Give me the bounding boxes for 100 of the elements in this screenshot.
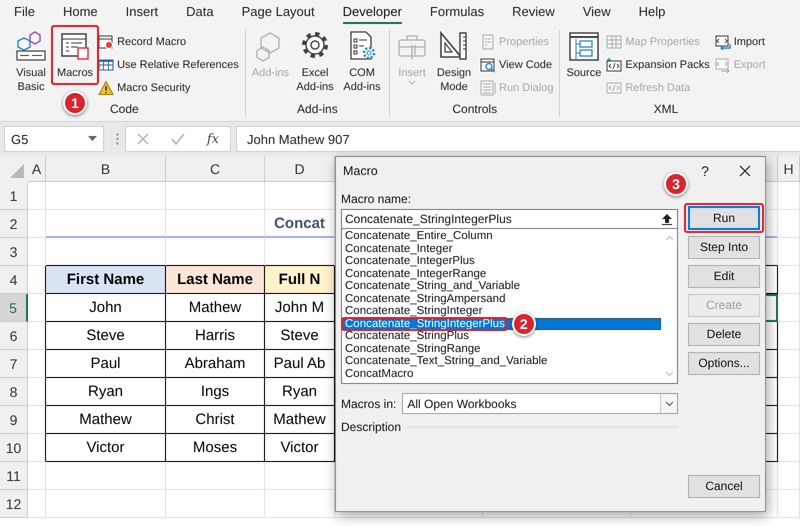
macro-name-field[interactable]: Concatenate_StringIntegerPlus — [341, 209, 678, 229]
grid-icon — [606, 34, 622, 50]
cell-reference: G5 — [11, 132, 28, 146]
ribbon-button[interactable]: Source — [565, 30, 602, 80]
dialog-button[interactable]: Edit — [688, 265, 760, 288]
ribbon-button[interactable]: View Code — [479, 53, 554, 76]
ribbon-tab[interactable]: View — [582, 0, 611, 24]
ribbon-tab[interactable]: Insert — [126, 0, 158, 24]
code-box-icon — [606, 56, 622, 72]
field-label: Macro name: — [341, 191, 412, 207]
group-label: Add-ins — [297, 101, 338, 117]
ribbon-button[interactable]: Record Macro — [97, 30, 240, 53]
list-item[interactable]: Concatenate_IntegerPlus — [342, 255, 661, 268]
field-label: Macros in: — [341, 396, 396, 410]
row-header[interactable]: 6 — [0, 322, 28, 350]
sheet-cell[interactable] — [28, 406, 46, 434]
ribbon-button[interactable]: COM Add-ins — [340, 30, 384, 94]
formula-field[interactable]: John Mathew 907 — [236, 126, 800, 152]
check-icon[interactable] — [170, 133, 185, 145]
dialog-button[interactable]: Run — [688, 206, 760, 230]
ribbon-tab[interactable]: Help — [638, 0, 666, 24]
table-header-cell: First Name — [46, 266, 166, 294]
list-item[interactable]: Concatenate_Integer — [342, 242, 661, 255]
ribbon-button[interactable]: Macros — [56, 30, 94, 80]
row-header[interactable]: 4 — [0, 266, 28, 294]
ribbon-tab[interactable]: Data — [186, 0, 214, 24]
ribbon-button[interactable]: Excel Add-ins — [293, 30, 338, 94]
table-cell: John — [46, 294, 166, 322]
ribbon-tab[interactable]: Review — [512, 0, 555, 24]
list-item[interactable]: ConcatMacro — [342, 368, 661, 380]
list-item[interactable]: Concatenate_StringRange — [342, 342, 661, 355]
group-label: XML — [654, 101, 678, 117]
sheet-cell[interactable] — [28, 350, 46, 378]
dialog-button[interactable]: Step Into — [688, 236, 760, 259]
column-header[interactable]: A — [28, 156, 46, 182]
column-header[interactable]: C — [166, 156, 265, 182]
row-header[interactable]: 7 — [0, 350, 28, 378]
macros-in-dropdown[interactable]: All Open Workbooks — [402, 393, 678, 414]
ribbon-tab[interactable]: Home — [62, 0, 98, 24]
insert-function-button[interactable]: fx — [206, 132, 219, 146]
table-header-cell: Last Name — [166, 266, 265, 294]
name-box[interactable]: G5 — [4, 126, 104, 152]
dots-icon — [116, 133, 119, 145]
sheet-cell[interactable] — [28, 322, 46, 350]
warning-icon — [98, 80, 114, 96]
sheet-cell[interactable] — [28, 434, 46, 462]
row-header[interactable]: 5 — [0, 294, 28, 322]
dialog-button[interactable]: Options... — [688, 352, 760, 375]
table-cell: Mathew — [46, 406, 166, 434]
list-item[interactable]: Concatenate_String_and_Variable — [342, 280, 661, 292]
row-header[interactable]: 1 — [0, 182, 28, 210]
list-item[interactable]: Concatenate_IntegerRange — [342, 268, 661, 280]
caret-icon — [408, 80, 416, 86]
dialog-title: Macro — [343, 164, 379, 178]
list-item[interactable]: Concatenate_StringAmpersand — [342, 292, 661, 305]
group-label: Code — [110, 101, 139, 117]
ribbon-button[interactable]: Expansion Packs — [605, 53, 711, 76]
row-header[interactable]: 9 — [0, 406, 28, 434]
table-cell: Harris — [166, 322, 265, 350]
ribbon-button[interactable]: Design Mode — [432, 30, 476, 94]
dialog-button[interactable]: Cancel — [688, 475, 760, 498]
sheet-cell[interactable] — [28, 294, 46, 322]
ribbon-button[interactable]: Use Relative References — [97, 53, 240, 76]
ribbon-button[interactable]: Macro Security — [97, 76, 240, 99]
row-header[interactable]: 12 — [0, 490, 28, 518]
export-icon — [714, 56, 731, 72]
section-label: Description — [341, 420, 402, 434]
ribbon-button[interactable]: Import — [714, 30, 766, 53]
chevron-down-icon[interactable] — [664, 400, 674, 406]
column-header[interactable]: H — [778, 156, 800, 182]
caret-icon — [88, 136, 97, 142]
row-header[interactable]: 8 — [0, 378, 28, 406]
column-header[interactable]: D — [265, 156, 335, 182]
sheet-cell[interactable] — [28, 378, 46, 406]
row-header[interactable]: 11 — [0, 462, 28, 490]
column-header[interactable]: B — [46, 156, 166, 182]
macro-name-input[interactable]: Concatenate_StringIntegerPlus — [342, 212, 661, 226]
list-item[interactable]: Concatenate_Text_String_and_Variable — [342, 355, 661, 368]
chevron-up-icon[interactable] — [664, 235, 674, 241]
ribbon-tab[interactable]: Page Layout — [242, 0, 315, 24]
cross-icon[interactable] — [136, 133, 149, 145]
record-window-icon — [98, 34, 114, 50]
magnifier-window-icon — [480, 56, 496, 72]
ribbon-tab[interactable]: Formulas — [430, 0, 484, 24]
highlight-frame — [51, 25, 100, 85]
row-header[interactable]: 2 — [0, 210, 28, 238]
row-header[interactable]: 3 — [0, 238, 28, 266]
arrow-up-icon[interactable] — [661, 213, 673, 225]
close-icon[interactable] — [739, 165, 751, 177]
table-cell: Paul — [46, 350, 166, 378]
ribbon-tab[interactable]: File — [14, 0, 35, 24]
table-cell: Ings — [166, 378, 265, 406]
list-item[interactable]: Concatenate_Entire_Column — [342, 230, 661, 242]
document-icon — [480, 34, 496, 50]
table-cell: Victor — [46, 434, 166, 462]
ribbon-button[interactable]: Visual Basic — [9, 30, 53, 94]
dialog-button[interactable]: Delete — [688, 323, 760, 346]
help-button[interactable]: ? — [695, 163, 715, 179]
table-cell: Ryan — [46, 378, 166, 406]
row-header[interactable]: 10 — [0, 434, 28, 462]
